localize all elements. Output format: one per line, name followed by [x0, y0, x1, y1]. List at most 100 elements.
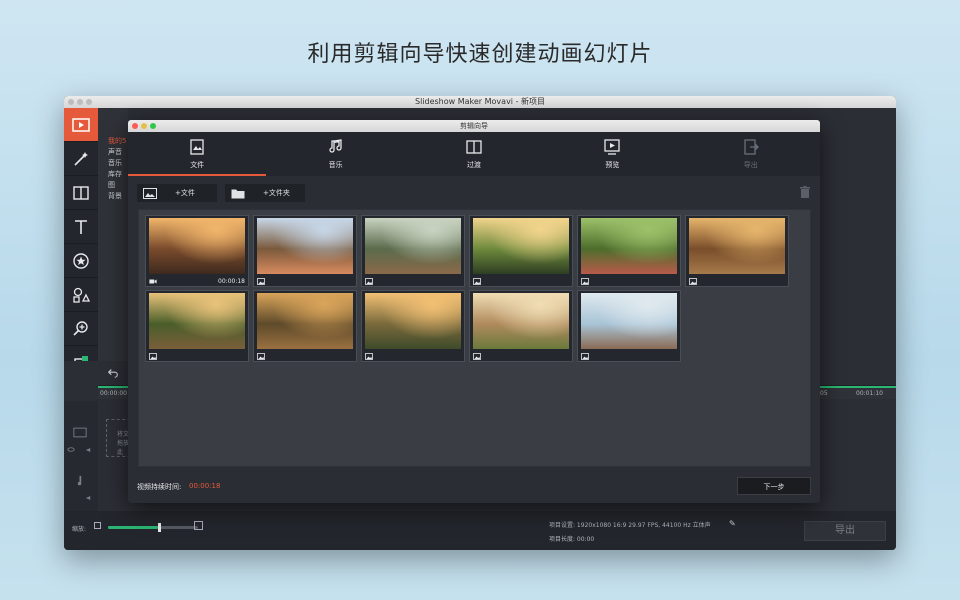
film-icon: [72, 117, 90, 132]
media-thumbnail[interactable]: [253, 215, 357, 287]
thumbnail-footer: 00:00:18: [149, 276, 245, 286]
panel-item[interactable]: 库存图: [108, 169, 128, 191]
status-bar: 缩放: 项目设置: 1920x1080 16:9 29.97 FPS, 4410…: [64, 511, 896, 550]
zoom-knob[interactable]: [157, 523, 161, 532]
media-thumbnail[interactable]: [577, 290, 681, 362]
panel-item[interactable]: 声音: [108, 147, 128, 158]
add-folder-label: +文件夹: [263, 189, 290, 197]
media-thumbnail[interactable]: [469, 290, 573, 362]
transition-icon: [73, 185, 89, 200]
headline: 利用剪辑向导快速创建动画幻灯片: [307, 42, 653, 67]
speaker-icon[interactable]: [86, 447, 93, 453]
thumbnail-footer: [365, 351, 461, 361]
thumbnail-duration: 00:00:18: [218, 277, 245, 285]
image-type-icon: [581, 277, 589, 285]
transition-tool-button[interactable]: [64, 176, 98, 210]
thumbnail-footer: [257, 351, 353, 361]
video-track-header: [64, 401, 98, 461]
window-controls[interactable]: [68, 99, 92, 105]
transition-icon: [466, 140, 482, 154]
wizard-footer: 视频持续时间: 00:00:18 下一步: [128, 470, 820, 503]
media-thumbnail[interactable]: 00:00:18: [145, 215, 249, 287]
media-thumbnail[interactable]: [685, 215, 789, 287]
tab-preview[interactable]: 预览: [543, 132, 681, 176]
image-type-icon: [257, 352, 265, 360]
trash-icon[interactable]: [800, 186, 810, 198]
panel-item[interactable]: 我的5: [108, 136, 128, 147]
image-type-icon: [149, 352, 157, 360]
tab-transitions[interactable]: 过渡: [405, 132, 543, 176]
zoom-label: 缩放:: [72, 526, 87, 533]
undo-button[interactable]: [98, 361, 128, 385]
video-type-icon: [149, 279, 157, 283]
thumbnail-image: [257, 218, 353, 274]
import-tool-button[interactable]: [64, 108, 98, 142]
thumbnail-image: [149, 218, 245, 274]
project-settings: 项目设置: 1920x1080 16:9 29.97 FPS, 44100 Hz…: [549, 522, 711, 529]
thumbnail-image: [473, 218, 569, 274]
undo-icon: [107, 369, 118, 378]
tool-sidebar: [64, 108, 98, 390]
export-button[interactable]: 导出: [804, 521, 886, 541]
duration-label: 视频持续时间:: [137, 483, 182, 491]
media-thumbnail[interactable]: [577, 215, 681, 287]
zoom-tool-button[interactable]: [64, 312, 98, 346]
panel-item[interactable]: 背景: [108, 191, 128, 202]
pencil-icon[interactable]: ✎: [729, 519, 736, 528]
zoom-out-icon[interactable]: [94, 522, 101, 529]
media-thumbnail[interactable]: [361, 290, 465, 362]
stickers-tool-button[interactable]: [64, 244, 98, 278]
image-type-icon: [257, 277, 265, 285]
image-type-icon: [365, 277, 373, 285]
media-thumbnail[interactable]: [253, 290, 357, 362]
media-grid: 00:00:18: [138, 209, 811, 467]
tab-label: 导出: [743, 161, 758, 169]
thumbnail-image: [365, 293, 461, 349]
thumbnail-image: [581, 293, 677, 349]
preview-icon: [604, 139, 621, 155]
next-button[interactable]: 下一步: [737, 477, 811, 495]
add-file-label: +文件: [175, 189, 195, 197]
image-type-icon: [473, 277, 481, 285]
close-icon[interactable]: [132, 123, 138, 129]
eye-icon[interactable]: [67, 447, 75, 452]
files-icon: [190, 139, 204, 155]
image-icon: [143, 187, 157, 199]
window-controls[interactable]: [132, 123, 156, 129]
tab-files[interactable]: 文件: [128, 132, 266, 176]
image-type-icon: [473, 352, 481, 360]
media-thumbnail[interactable]: [145, 290, 249, 362]
folder-icon: [231, 189, 245, 198]
thumbnail-image: [473, 293, 569, 349]
ruler-end: 00:01:10: [856, 390, 883, 397]
media-thumbnail[interactable]: [469, 215, 573, 287]
duration-value: 00:00:18: [189, 482, 221, 490]
add-file-button[interactable]: +文件: [137, 184, 217, 202]
add-folder-button[interactable]: +文件夹: [225, 184, 305, 202]
maximize-icon[interactable]: [150, 123, 156, 129]
tab-export[interactable]: 导出: [682, 132, 820, 176]
thumbnail-image: [581, 218, 677, 274]
speaker-icon[interactable]: [86, 495, 93, 501]
thumbnail-footer: [257, 276, 353, 286]
thumbnail-footer: [581, 351, 677, 361]
thumbnail-footer: [473, 276, 569, 286]
zoom-slider[interactable]: [108, 523, 198, 532]
zoom-fill: [108, 526, 158, 529]
minimize-icon[interactable]: [141, 123, 147, 129]
tab-label: 预览: [605, 161, 620, 169]
tab-music[interactable]: 音乐: [266, 132, 404, 176]
text-icon: [75, 219, 87, 234]
shapes-icon: [73, 287, 91, 303]
zoom-in-icon[interactable]: [194, 521, 203, 530]
image-type-icon: [581, 352, 589, 360]
project-length: 项目长度: 00:00: [549, 536, 595, 543]
zoom-in-icon: [73, 320, 88, 336]
shapes-tool-button[interactable]: [64, 278, 98, 312]
export-icon: [744, 139, 759, 155]
magic-wand-button[interactable]: [64, 142, 98, 176]
titles-tool-button[interactable]: [64, 210, 98, 244]
media-thumbnail[interactable]: [361, 215, 465, 287]
wizard-tabs: 文件 音乐 过渡 预览 导出: [128, 132, 820, 176]
panel-item[interactable]: 音乐: [108, 158, 128, 169]
